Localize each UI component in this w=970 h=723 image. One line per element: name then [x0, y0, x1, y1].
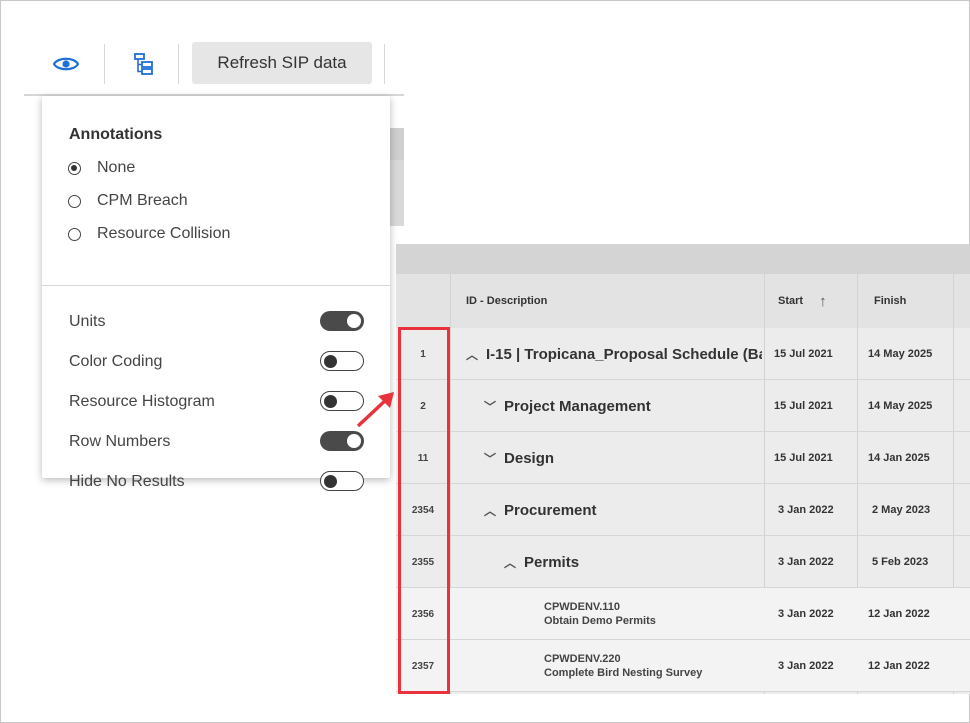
toolbar-separator	[178, 44, 179, 84]
row-description: ︿ Procurement	[484, 484, 762, 536]
table-row[interactable]: 2357 CPWDENV.220 Complete Bird Nesting S…	[396, 640, 970, 692]
toggle-label: Row Numbers	[69, 433, 171, 450]
table-row[interactable]: 11 ﹀ Design 15 Jul 2021 14 Jan 2025	[396, 432, 970, 484]
toggle-row-color-coding: Color Coding	[68, 347, 364, 377]
row-description: ︿ Permits	[504, 536, 762, 588]
eye-icon[interactable]	[46, 46, 86, 82]
chevron-up-icon[interactable]: ︿	[504, 554, 516, 571]
row-start: 15 Jul 2021	[774, 400, 833, 412]
row-start: 3 Jan 2022	[778, 504, 834, 516]
hierarchy-icon[interactable]	[124, 46, 164, 82]
panel-divider	[42, 285, 390, 286]
chevron-up-icon[interactable]: ︿	[466, 346, 478, 363]
row-finish: 14 May 2025	[868, 348, 933, 360]
row-numbers-highlight-box	[398, 327, 450, 694]
units-toggle[interactable]	[320, 311, 364, 331]
header-start[interactable]: Start ↑	[778, 274, 827, 328]
row-description: ﹀ Design	[484, 432, 762, 484]
row-start: 3 Jan 2022	[778, 660, 834, 672]
row-finish: 14 May 2025	[868, 400, 933, 412]
toggle-row-hide-no-results: Hide No Results	[68, 467, 364, 497]
row-description-text: Project Management	[504, 397, 651, 415]
radio-none[interactable]: None	[68, 156, 135, 180]
toolbar: Refresh SIP data	[24, 40, 404, 96]
row-numbers-toggle[interactable]	[320, 431, 364, 451]
row-description: ︿ I-15 | Tropicana_Proposal Schedule (Ba	[466, 328, 762, 380]
header-start-label: Start	[778, 295, 804, 307]
radio-unselected-icon[interactable]	[68, 194, 81, 208]
task-name: Obtain Demo Permits	[544, 615, 656, 627]
chevron-down-icon[interactable]: ﹀	[484, 450, 496, 467]
toggle-row-units: Units	[68, 307, 364, 337]
row-start: 3 Jan 2022	[778, 608, 834, 620]
row-task: CPWDENV.110 Obtain Demo Permits	[544, 588, 762, 640]
header-id-description[interactable]: ID - Description	[466, 274, 547, 328]
callout-arrow-icon	[356, 392, 394, 428]
radio-selected-icon[interactable]	[68, 161, 81, 175]
background-panel-edge	[390, 128, 404, 160]
toggle-row-resource-histogram: Resource Histogram	[68, 387, 364, 417]
row-description-text: Permits	[524, 553, 580, 571]
task-name: Complete Bird Nesting Survey	[544, 667, 703, 679]
task-code: CPWDENV.220	[544, 653, 621, 665]
row-description-text: I-15 | Tropicana_Proposal Schedule (Ba	[486, 345, 762, 363]
toggle-label: Resource Histogram	[69, 393, 215, 410]
chevron-down-icon[interactable]: ﹀	[484, 398, 496, 415]
radio-label: CPM Breach	[97, 192, 188, 209]
radio-resource-collision[interactable]: Resource Collision	[68, 222, 230, 246]
toggle-label: Hide No Results	[69, 473, 185, 490]
row-description: ﹀ Project Management	[484, 380, 762, 432]
row-start: 15 Jul 2021	[774, 348, 833, 360]
schedule-table: ID - Description Start ↑ Finish 1 ︿ I-15…	[396, 244, 970, 694]
radio-label: Resource Collision	[97, 225, 231, 242]
arrow-up-icon: ↑	[819, 292, 827, 310]
table-row[interactable]: 2354 ︿ Procurement 3 Jan 2022 2 May 2023	[396, 484, 970, 536]
row-description-text: Design	[504, 449, 555, 467]
radio-unselected-icon[interactable]	[68, 227, 81, 241]
chevron-up-icon[interactable]: ︿	[484, 502, 496, 519]
radio-label: None	[97, 159, 136, 176]
header-finish[interactable]: Finish	[874, 274, 906, 328]
table-top-bar	[396, 244, 970, 274]
row-description-text: Procurement	[504, 501, 597, 519]
toolbar-separator	[384, 44, 385, 84]
task-code: CPWDENV.110	[544, 601, 621, 613]
toggle-label: Color Coding	[69, 353, 163, 370]
row-start: 15 Jul 2021	[774, 452, 833, 464]
refresh-sip-data-button[interactable]: Refresh SIP data	[192, 42, 372, 84]
row-finish: 12 Jan 2022	[868, 608, 930, 620]
view-options-dropdown: Annotations None CPM Breach Resource Col…	[42, 96, 390, 478]
radio-cpm-breach[interactable]: CPM Breach	[68, 189, 188, 213]
toggle-label: Units	[69, 313, 106, 330]
toggle-row-row-numbers: Row Numbers	[68, 427, 364, 457]
row-finish: 5 Feb 2023	[872, 556, 929, 568]
table-row[interactable]: 2356 CPWDENV.110 Obtain Demo Permits 3 J…	[396, 588, 970, 640]
toolbar-separator	[104, 44, 105, 84]
annotations-heading: Annotations	[69, 126, 163, 143]
row-start: 3 Jan 2022	[778, 556, 834, 568]
table-row[interactable]: 1 ︿ I-15 | Tropicana_Proposal Schedule (…	[396, 328, 970, 380]
row-task: CPWDENV.220 Complete Bird Nesting Survey	[544, 640, 762, 692]
table-row[interactable]: 2355 ︿ Permits 3 Jan 2022 5 Feb 2023	[396, 536, 970, 588]
row-finish: 12 Jan 2022	[868, 660, 930, 672]
table-row[interactable]: 2 ﹀ Project Management 15 Jul 2021 14 Ma…	[396, 380, 970, 432]
row-finish: 2 May 2023	[872, 504, 931, 516]
color-coding-toggle[interactable]	[320, 351, 364, 371]
hide-no-results-toggle[interactable]	[320, 471, 364, 491]
row-finish: 14 Jan 2025	[868, 452, 930, 464]
